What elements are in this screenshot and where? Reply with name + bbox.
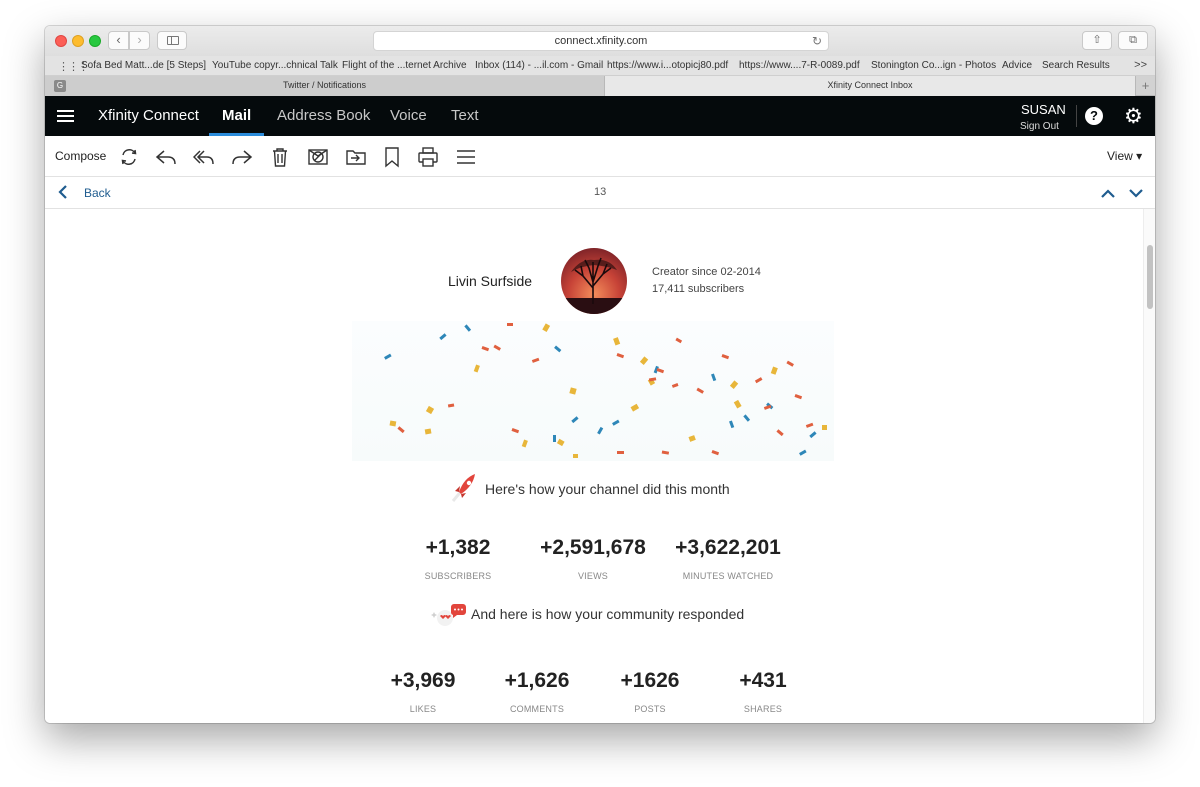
nav-mail[interactable]: Mail <box>222 107 251 124</box>
tab-favicon: G <box>54 80 66 92</box>
brand-title: Xfinity Connect <box>98 107 199 124</box>
show-tabs-button[interactable]: ⧉ <box>1118 31 1148 50</box>
tab-label: Xfinity Connect Inbox <box>827 80 913 90</box>
more-icon[interactable] <box>455 146 477 168</box>
tabs-overview-icon: ⧉ <box>1129 34 1137 46</box>
bookmark-item[interactable]: Stonington Co...ign - Photos <box>871 60 996 71</box>
bookmark-item[interactable]: Search Results <box>1042 60 1110 71</box>
stat-value-views: +2,591,678 <box>540 536 646 559</box>
stat-value-likes: +3,969 <box>390 669 456 692</box>
bookmarks-overflow-button[interactable]: >> <box>1134 59 1147 71</box>
stat-label-minutes-watched: MINUTES WATCHED <box>682 571 774 581</box>
chevron-right-icon: › <box>137 32 142 47</box>
reload-icon[interactable]: ↻ <box>812 32 822 50</box>
bookmark-item[interactable]: Flight of the ...ternet Archive <box>342 60 467 71</box>
message-navigation: Back 13 <box>45 177 1155 209</box>
stat-value-subscribers: +1,382 <box>425 536 491 559</box>
stat-label-shares: SHARES <box>743 704 783 714</box>
browser-toolbar: ‹ › connect.xfinity.com ↻ ⇧ ⧉ <box>45 26 1155 56</box>
stat-label-likes: LIKES <box>409 704 437 714</box>
user-name[interactable]: SUSAN <box>1021 102 1066 117</box>
tree-silhouette-image <box>561 257 627 314</box>
tab-label: Twitter / Notifications <box>282 80 367 90</box>
chevron-left-icon[interactable] <box>57 184 69 200</box>
stat-value-minutes-watched: +3,622,201 <box>675 536 781 559</box>
creator-since: Creator since 02-2014 <box>652 266 761 278</box>
minimize-window-button[interactable] <box>72 35 84 47</box>
sidebar-toggle-button[interactable] <box>157 31 187 50</box>
stat-label-subscribers: SUBSCRIBERS <box>424 571 492 581</box>
move-icon[interactable] <box>345 146 367 168</box>
mail-toolbar: Compose View ▾ <box>45 136 1155 177</box>
sidebar-icon <box>167 36 179 45</box>
reply-icon[interactable] <box>155 146 177 168</box>
scrollbar-thumb[interactable] <box>1147 245 1153 309</box>
view-menu-button[interactable]: View ▾ <box>1107 149 1142 163</box>
gear-icon[interactable]: ⚙ <box>1124 104 1143 129</box>
stat-value-shares: +431 <box>739 669 787 692</box>
tab-xfinity-inbox[interactable]: Xfinity Connect Inbox <box>605 76 1136 96</box>
share-icon: ⇧ <box>1092 34 1102 46</box>
nav-voice[interactable]: Voice <box>390 107 427 124</box>
header-divider <box>1076 105 1077 127</box>
tab-twitter-notifications[interactable]: G Twitter / Notifications <box>45 76 605 96</box>
bookmark-item[interactable]: YouTube copyr...chnical Talk <box>212 60 338 71</box>
zoom-window-button[interactable] <box>89 35 101 47</box>
bookmark-item[interactable]: https://www....7-R-0089.pdf <box>739 60 860 71</box>
trash-icon[interactable] <box>269 146 291 168</box>
help-icon[interactable]: ? <box>1085 107 1103 125</box>
hamburger-menu-icon[interactable] <box>57 110 74 122</box>
print-icon[interactable] <box>417 146 439 168</box>
app-header: Xfinity Connect Mail Address Book Voice … <box>45 96 1155 136</box>
stat-label-comments: COMMENTS <box>509 704 565 714</box>
new-tab-button[interactable]: + <box>1136 76 1155 96</box>
chevron-up-icon[interactable] <box>1100 187 1116 199</box>
bookmark-item[interactable]: https://www.i...otopicj80.pdf <box>607 60 728 71</box>
community-hearts-icon <box>431 604 466 626</box>
nav-address-book[interactable]: Address Book <box>277 107 370 124</box>
forward-icon[interactable] <box>231 146 253 168</box>
share-button[interactable]: ⇧ <box>1082 31 1112 50</box>
nav-text[interactable]: Text <box>451 107 479 124</box>
reply-all-icon[interactable] <box>192 146 215 168</box>
confetti-banner <box>352 321 834 461</box>
sign-out-link[interactable]: Sign Out <box>1020 121 1059 132</box>
email-body: Livin Surfside Creator since 02-2014 17,… <box>45 209 1143 723</box>
channel-avatar <box>561 248 627 314</box>
subscriber-count: 17,411 subscribers <box>652 283 745 295</box>
bookmark-item[interactable]: Advice <box>1002 60 1032 71</box>
scrollbar[interactable] <box>1143 209 1155 723</box>
stat-label-posts: POSTS <box>634 704 666 714</box>
refresh-icon[interactable] <box>118 146 140 168</box>
junk-icon[interactable] <box>307 146 329 168</box>
chevron-left-icon: ‹ <box>116 32 121 47</box>
url-text: connect.xfinity.com <box>554 35 648 47</box>
stat-label-views: VIEWS <box>577 571 608 581</box>
flag-icon[interactable] <box>381 146 403 168</box>
back-button[interactable]: Back <box>84 186 111 200</box>
stat-value-comments: +1,626 <box>504 669 570 692</box>
address-bar[interactable]: connect.xfinity.com ↻ <box>373 31 829 51</box>
browser-back-button[interactable]: ‹ <box>108 31 129 50</box>
channel-name: Livin Surfside <box>448 273 533 289</box>
message-count: 13 <box>594 186 607 198</box>
bookmark-item[interactable]: Sofa Bed Matt...de [5 Steps] <box>81 60 206 71</box>
browser-window: ‹ › connect.xfinity.com ↻ ⇧ ⧉ ⋮⋮⋮ Sofa B… <box>45 26 1155 723</box>
close-window-button[interactable] <box>55 35 67 47</box>
bookmark-item[interactable]: Inbox (114) - ...il.com - Gmail <box>475 60 603 71</box>
section-title-community: And here is how your community responded <box>471 606 745 622</box>
stat-value-posts: +1626 <box>620 669 680 692</box>
chevron-down-icon[interactable] <box>1128 187 1144 199</box>
tab-bar: G Twitter / Notifications Xfinity Connec… <box>45 76 1155 96</box>
bookmarks-bar: ⋮⋮⋮ Sofa Bed Matt...de [5 Steps] YouTube… <box>45 56 1155 76</box>
browser-forward-button[interactable]: › <box>129 31 150 50</box>
rocket-icon <box>451 474 475 502</box>
compose-button[interactable]: Compose <box>55 149 106 163</box>
section-title-channel: Here's how your channel did this month <box>485 481 730 497</box>
